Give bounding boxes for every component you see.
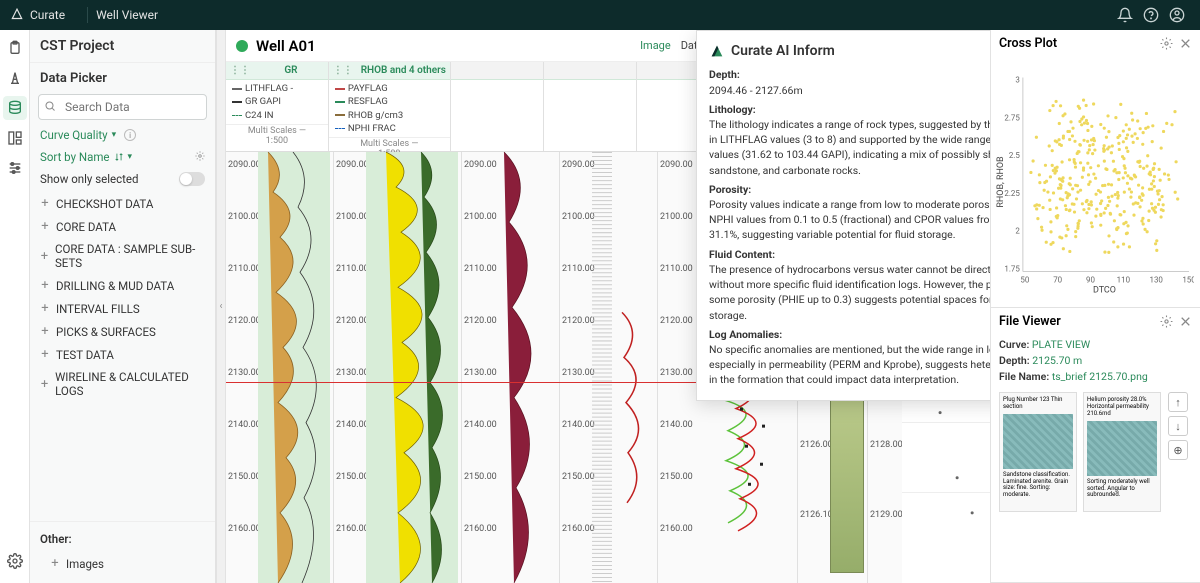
sidebar-collapse-handle[interactable]: ‹ xyxy=(216,30,226,583)
rail-rig-icon[interactable] xyxy=(3,66,27,90)
show-selected-toggle[interactable] xyxy=(179,172,205,186)
other-label: Other: xyxy=(40,528,205,550)
fileviewer-panel: File Viewer Curve: PLATE VIEW Depth: 212… xyxy=(991,308,1200,583)
brand[interactable]: Curate xyxy=(10,8,65,22)
svg-text:3: 3 xyxy=(1015,76,1019,85)
grip-icon[interactable]: ⋮⋮ xyxy=(226,65,254,76)
user-icon[interactable] xyxy=(1164,2,1190,28)
thumbnail-1[interactable]: Plug Number 123 Thin sectionSandstone cl… xyxy=(999,392,1077,512)
crossplot-title: Cross Plot xyxy=(999,36,1057,51)
help-icon[interactable] xyxy=(1138,2,1164,28)
svg-text:DTCO: DTCO xyxy=(1093,285,1116,295)
svg-text:2: 2 xyxy=(1015,227,1020,236)
track-gr[interactable]: 2090.002100.002110.002120.002130.002140.… xyxy=(226,152,334,583)
svg-text:150: 150 xyxy=(1182,275,1194,284)
sort-gear-icon[interactable] xyxy=(195,150,205,164)
sidebar-item[interactable]: +CHECKSHOT DATA xyxy=(40,192,205,215)
section-name[interactable]: Well Viewer xyxy=(96,8,158,22)
logo-icon xyxy=(10,8,24,22)
svg-text:1.75: 1.75 xyxy=(1004,265,1020,274)
sort-icon xyxy=(114,152,124,162)
bell-icon[interactable] xyxy=(1112,2,1138,28)
sidebar-item[interactable]: +Images xyxy=(50,552,195,575)
track-3[interactable]: 2090.002100.002110.002120.002130.002140.… xyxy=(462,152,560,583)
status-dot xyxy=(236,40,248,52)
sidebar-item[interactable]: +DRILLING & MUD DATA xyxy=(40,274,205,297)
curve-quality-dropdown[interactable]: Curve Quality▾i xyxy=(30,124,215,146)
scroll-up-button[interactable]: ↑ xyxy=(1168,392,1188,412)
zoom-button[interactable]: ⊕ xyxy=(1168,440,1188,460)
sidebar-item[interactable]: +WIRELINE & CALCULATED LOGS xyxy=(40,366,205,402)
project-name: CST Project xyxy=(30,30,215,63)
grip-icon[interactable]: ⋮⋮ xyxy=(329,65,357,76)
sidebar-item[interactable]: +CORE DATA xyxy=(40,215,205,238)
scroll-down-button[interactable]: ↓ xyxy=(1168,416,1188,436)
close-icon[interactable] xyxy=(1179,315,1192,328)
rail-sliders-icon[interactable] xyxy=(3,156,27,180)
main-viewer: Well A01 Image DatumMD UnitMeters Scale1… xyxy=(226,30,990,583)
ai-inform-popup: Curate AI Inform Depth:2094.46 - 2127.66… xyxy=(696,30,990,401)
rail-layout-icon[interactable] xyxy=(3,126,27,150)
svg-text:70: 70 xyxy=(1053,275,1062,284)
crossplot-chart[interactable]: RHOB, RHOB DTCO 3 2.75 2.5 2.25 2 1.75 50 70 90… xyxy=(991,57,1200,307)
thumbnail-2[interactable]: Helium porosity 28.0% Horizontal permeab… xyxy=(1083,392,1161,512)
svg-text:2.75: 2.75 xyxy=(1004,113,1020,122)
close-icon[interactable] xyxy=(1179,37,1192,50)
sidebar: CST Project Data Picker Curve Quality▾i … xyxy=(30,30,216,583)
svg-text:130: 130 xyxy=(1149,275,1163,284)
crossplot-panel: Cross Plot RHOB, RHOB DTCO 3 2.75 2.5 2.25 2… xyxy=(991,30,1200,308)
curate-logo-icon xyxy=(709,43,725,59)
search-icon xyxy=(44,100,56,112)
rail-clipboard-icon[interactable] xyxy=(3,36,27,60)
search-input[interactable] xyxy=(38,94,207,120)
track-rhob[interactable]: 2090.002100.002110.002120.002130.002140.… xyxy=(334,152,462,583)
gear-icon[interactable] xyxy=(1160,37,1173,50)
svg-text:RHOB, RHOB: RHOB, RHOB xyxy=(996,156,1006,208)
sidebar-item[interactable]: +CORE DATA : SAMPLE SUB-SETS xyxy=(40,238,205,274)
app-name: Curate xyxy=(30,8,65,22)
svg-text:90: 90 xyxy=(1086,275,1095,284)
sidebar-item[interactable]: +TEST DATA xyxy=(40,343,205,366)
data-picker-title: Data Picker xyxy=(30,63,215,90)
info-icon[interactable]: i xyxy=(124,129,136,141)
svg-text:2.5: 2.5 xyxy=(1009,151,1021,160)
sidebar-item[interactable]: +INTERVAL FILLS xyxy=(40,297,205,320)
rail-settings-icon[interactable] xyxy=(3,549,27,573)
fileviewer-title: File Viewer xyxy=(999,314,1061,329)
show-selected-toggle-row: Show only selected xyxy=(30,168,215,190)
right-column: Cross Plot RHOB, RHOB DTCO 3 2.75 2.5 2.25 2… xyxy=(990,30,1200,583)
svg-text:110: 110 xyxy=(1117,275,1131,284)
sort-dropdown[interactable]: Sort by Name ▾ xyxy=(30,146,215,168)
nav-rail xyxy=(0,30,30,583)
svg-text:50: 50 xyxy=(1020,275,1029,284)
divider xyxy=(87,7,88,23)
gear-icon[interactable] xyxy=(1160,315,1173,328)
well-title: Well A01 xyxy=(256,37,316,55)
image-label[interactable]: Image xyxy=(640,39,671,52)
rail-database-icon[interactable] xyxy=(3,96,27,120)
sidebar-item[interactable]: +PICKS & SURFACES xyxy=(40,320,205,343)
track-4[interactable]: 2090.002100.002110.002120.002130.002140.… xyxy=(560,152,658,583)
top-bar: Curate Well Viewer xyxy=(0,0,1200,30)
svg-text:2.25: 2.25 xyxy=(1004,189,1020,198)
